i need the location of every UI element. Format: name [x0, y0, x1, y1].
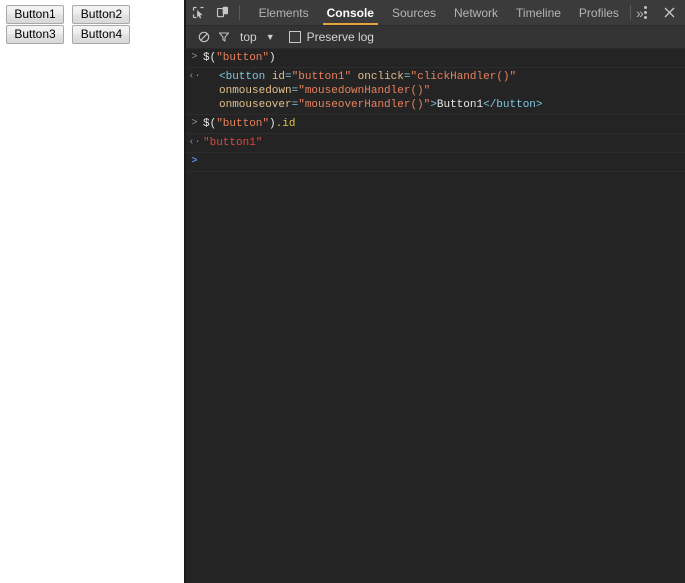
tab-network[interactable]: Network — [445, 0, 507, 25]
checkbox-box — [288, 31, 301, 43]
console-output-text: "button1" — [203, 136, 685, 150]
devtools-window: Button1 Button2 Button3 Button4 Elements… — [0, 0, 685, 583]
code-token: > — [430, 99, 437, 111]
filter-funnel-icon[interactable] — [214, 31, 234, 43]
console-prompt-text[interactable] — [203, 155, 685, 169]
code-token: "button" — [216, 52, 270, 64]
code-token: Button1 — [436, 99, 484, 111]
chevron-down-icon: ▼ — [265, 32, 275, 42]
console-input-row: > $("button").id — [186, 115, 685, 134]
code-token: $( — [203, 118, 217, 130]
console-gutter-marker: > — [191, 156, 198, 167]
more-options-icon[interactable] — [635, 0, 657, 25]
page-button-group: Button1 Button2 Button3 Button4 — [0, 0, 184, 44]
code-token: "button1" — [203, 137, 263, 149]
tab-console[interactable]: Console — [318, 0, 383, 25]
execution-context-label: top — [240, 30, 257, 44]
code-token: onmousedown — [219, 85, 292, 97]
tab-elements[interactable]: Elements — [250, 0, 318, 25]
code-token: id — [271, 71, 286, 83]
tabbar-actions — [626, 0, 683, 25]
toolbar-divider — [629, 5, 631, 20]
inspect-cursor-icon[interactable] — [186, 0, 210, 25]
page-button-row: Button1 Button2 — [6, 5, 184, 24]
page-button-2[interactable]: Button2 — [72, 5, 131, 24]
code-token: "button1" — [291, 71, 352, 83]
code-token: = — [403, 71, 411, 83]
execution-context-selector[interactable]: top ▼ — [240, 30, 275, 44]
devtools-panel: Elements Console Sources Network Timelin… — [186, 0, 685, 583]
code-token: onmouseover — [219, 99, 292, 111]
console-output-text: <button id="button1" onclick="clickHandl… — [203, 70, 685, 112]
console-output-row: ‹· "button1" — [186, 134, 685, 153]
tab-sources[interactable]: Sources — [383, 0, 445, 25]
page-viewport: Button1 Button2 Button3 Button4 — [0, 0, 184, 583]
console-output-row: ‹· <button id="button1" onclick="clickHan… — [186, 68, 685, 115]
page-button-4[interactable]: Button4 — [72, 25, 131, 44]
preserve-log-checkbox[interactable]: Preserve log — [288, 30, 374, 44]
console-prompt-row[interactable]: > — [186, 153, 685, 172]
code-token: onclick — [357, 71, 404, 83]
code-token: $( — [203, 52, 217, 64]
code-token: = — [285, 71, 292, 83]
preserve-log-label: Preserve log — [306, 30, 374, 44]
code-token: "clickHandler()" — [410, 71, 517, 83]
page-button-row: Button3 Button4 — [6, 25, 184, 44]
console-gutter-marker: ‹· — [188, 71, 201, 82]
console-input-text: $("button").id — [203, 117, 685, 131]
close-icon[interactable] — [657, 0, 683, 25]
devtools-tab-list: Elements Console Sources Network Timelin… — [250, 0, 644, 25]
devtools-tabbar: Elements Console Sources Network Timelin… — [186, 0, 685, 26]
console-gutter-marker: > — [191, 52, 198, 63]
console-input-text: $("button") — [203, 51, 685, 65]
code-token: </button> — [483, 99, 543, 111]
device-toolbar-icon[interactable] — [210, 0, 234, 25]
code-token: ) — [269, 52, 276, 64]
page-button-1[interactable]: Button1 — [6, 5, 64, 24]
code-token: ) — [269, 118, 276, 130]
code-token: .id — [275, 118, 296, 130]
code-token: <button — [219, 71, 266, 83]
page-button-3[interactable]: Button3 — [6, 25, 64, 44]
console-gutter-marker: ‹· — [188, 137, 201, 148]
toolbar-divider — [238, 5, 240, 20]
code-token: "mouseoverHandler()" — [298, 99, 431, 111]
tab-profiles[interactable]: Profiles — [570, 0, 628, 25]
console-filter-bar: top ▼ Preserve log — [186, 26, 685, 49]
code-token: "mousedownHandler()" — [298, 85, 431, 97]
console-gutter-marker: > — [191, 118, 198, 129]
clear-console-icon[interactable] — [194, 31, 214, 43]
console-output[interactable]: > $("button") ‹· <button id="button1" oncli… — [186, 49, 685, 583]
tab-timeline[interactable]: Timeline — [507, 0, 570, 25]
console-input-row: > $("button") — [186, 49, 685, 68]
code-token: "button" — [216, 118, 270, 130]
